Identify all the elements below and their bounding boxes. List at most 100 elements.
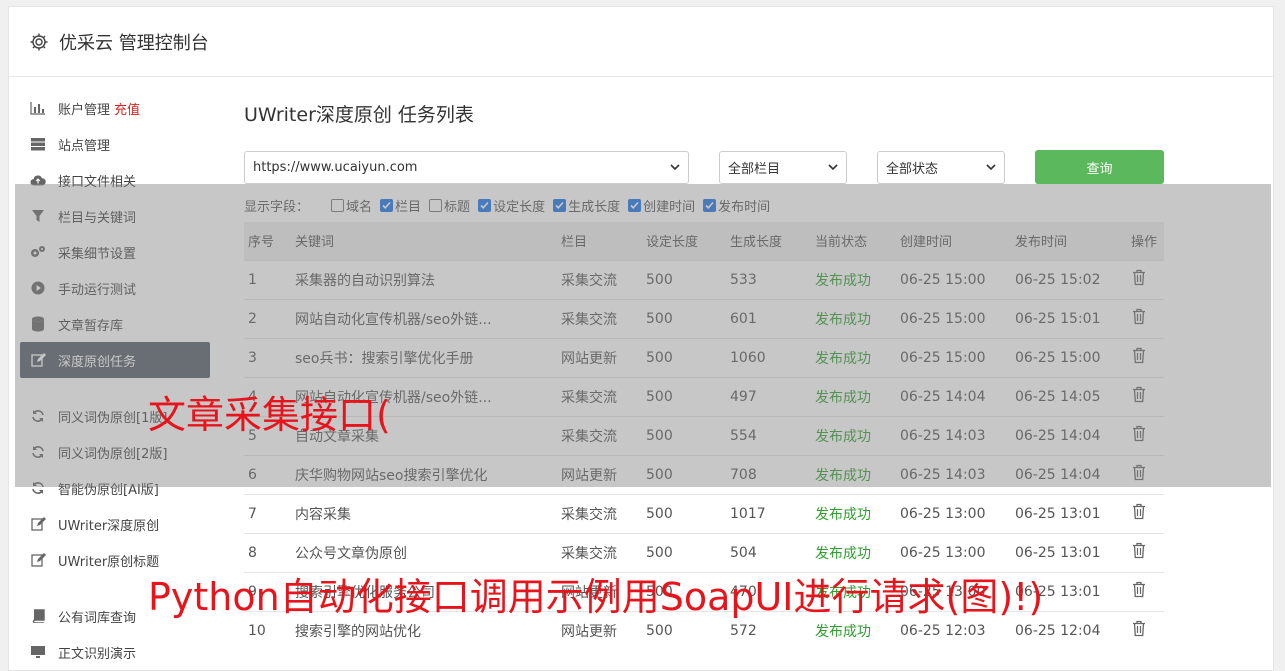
trash-icon[interactable] <box>1131 347 1147 364</box>
trash-icon[interactable] <box>1131 503 1147 520</box>
trash-icon[interactable] <box>1131 620 1147 637</box>
sidebar-item-label: 站点管理 <box>58 138 111 154</box>
edit-icon <box>30 352 46 368</box>
field-checkbox[interactable]: 生成长度 <box>553 196 620 215</box>
field-checkbox[interactable]: 栏目 <box>380 196 421 215</box>
checkbox-empty-icon[interactable] <box>429 198 443 212</box>
row-column: 采集交流 <box>557 415 642 455</box>
checkbox-empty-icon[interactable] <box>331 198 345 212</box>
field-checkbox-label: 创建时间 <box>643 199 696 215</box>
sidebar-item-sites[interactable]: 站点管理 <box>20 126 210 162</box>
sidebar-item-columns-keywords[interactable]: 栏目与关键词 <box>20 198 210 234</box>
trash-icon[interactable] <box>1131 581 1147 598</box>
row-column: 采集交流 <box>557 493 642 533</box>
sidebar-item-manual-test[interactable]: 手动运行测试 <box>20 270 210 306</box>
status-select-value: 全部状态 <box>886 161 939 177</box>
field-checkbox[interactable]: 创建时间 <box>628 196 695 215</box>
refresh-icon <box>30 444 46 460</box>
table-header-row: 序号 关键词 栏目 设定长度 生成长度 当前状态 创建时间 发布时间 操作 <box>244 222 1164 260</box>
field-checkbox-label: 发布时间 <box>718 199 771 215</box>
trash-icon[interactable] <box>1131 464 1147 481</box>
row-set-length: 500 <box>642 337 726 377</box>
field-checkbox[interactable]: 标题 <box>429 196 470 215</box>
sidebar-item-label: 文章暂存库 <box>58 318 124 334</box>
row-actions <box>1127 376 1164 416</box>
table-row: 3 seo兵书：搜索引擎优化手册 网站更新 500 1060 发布成功 06-25 15:0… <box>244 337 1164 377</box>
column-header: 发布时间 <box>1011 222 1127 260</box>
sidebar-item-interface-files[interactable]: 接口文件相关 <box>20 162 210 198</box>
play-icon <box>30 280 46 296</box>
row-set-length: 500 <box>642 415 726 455</box>
trash-icon[interactable] <box>1131 308 1147 325</box>
sidebar-item-label: 公有词库查询 <box>58 610 137 626</box>
trash-icon[interactable] <box>1131 386 1147 403</box>
display-fields: 显示字段： 域名 栏目 标题 设定长度 生成长度 创建时间 发布时间 <box>244 194 1164 216</box>
cloud-upload-icon <box>30 172 46 188</box>
sidebar-item-collect-settings[interactable]: 采集细节设置 <box>20 234 210 270</box>
sidebar-item-label: 深度原创任务 <box>58 354 137 370</box>
sidebar-item-account[interactable]: 账户管理 充值 <box>20 90 210 126</box>
row-index: 7 <box>244 493 291 533</box>
status-select[interactable]: 全部状态 <box>877 150 1005 184</box>
book-icon <box>30 608 46 624</box>
field-checkbox-label: 设定长度 <box>493 199 546 215</box>
row-keyword: 采集器的自动识别算法 <box>291 259 557 299</box>
row-published: 06-25 14:04 <box>1011 415 1127 455</box>
column-select[interactable]: 全部栏目 <box>719 150 847 184</box>
watermark-text-1: 文章采集接口( <box>148 393 391 437</box>
row-gen-length: 554 <box>726 415 811 455</box>
recharge-link[interactable]: 充值 <box>114 99 140 118</box>
row-published: 06-25 14:05 <box>1011 376 1127 416</box>
sidebar-item-label: 同义词伪原创[2版] <box>58 446 168 462</box>
filter-icon <box>30 208 46 224</box>
checkbox-checked-icon[interactable] <box>628 198 642 212</box>
row-gen-length: 708 <box>726 454 811 494</box>
row-column: 采集交流 <box>557 298 642 338</box>
checkbox-checked-icon[interactable] <box>380 198 394 212</box>
checkbox-checked-icon[interactable] <box>478 198 492 212</box>
field-checkbox[interactable]: 发布时间 <box>703 196 770 215</box>
chevron-down-icon <box>670 164 680 171</box>
row-created: 06-25 14:04 <box>896 376 1011 416</box>
field-checkbox[interactable]: 设定长度 <box>478 196 545 215</box>
row-gen-length: 1060 <box>726 337 811 377</box>
sidebar-item-label: 栏目与关键词 <box>58 210 137 226</box>
query-button[interactable]: 查询 <box>1035 150 1164 184</box>
row-gen-length: 1017 <box>726 493 811 533</box>
row-created: 06-25 15:00 <box>896 298 1011 338</box>
sidebar-item-deep-original-tasks[interactable]: 深度原创任务 <box>20 342 210 378</box>
sidebar-item-uwriter-deep[interactable]: UWriter深度原创 <box>20 506 210 542</box>
row-status: 发布成功 <box>811 259 896 299</box>
trash-icon[interactable] <box>1131 425 1147 442</box>
sidebar-item-ai-rewrite[interactable]: 智能伪原创[AI版] <box>20 470 210 506</box>
table-row: 6 庆华购物网站seo搜索引擎优化 网站更新 500 708 发布成功 06-25 14:0… <box>244 454 1164 494</box>
trash-icon[interactable] <box>1131 269 1147 286</box>
row-created: 06-25 15:00 <box>896 337 1011 377</box>
row-status: 发布成功 <box>811 337 896 377</box>
row-published: 06-25 15:01 <box>1011 298 1127 338</box>
trash-icon[interactable] <box>1131 542 1147 559</box>
sidebar-item-synonym-v2[interactable]: 同义词伪原创[2版] <box>20 434 210 470</box>
filter-bar: https://www.ucaiyun.com 全部栏目 全部状态 查询 <box>244 150 1164 184</box>
field-checkbox-label: 生成长度 <box>568 199 621 215</box>
row-set-length: 500 <box>642 298 726 338</box>
display-fields-list: 域名 栏目 标题 设定长度 生成长度 创建时间 发布时间 <box>331 196 778 215</box>
column-header: 生成长度 <box>726 222 811 260</box>
row-actions <box>1127 571 1164 611</box>
row-index: 3 <box>244 337 291 377</box>
row-keyword: seo兵书：搜索引擎优化手册 <box>291 337 557 377</box>
field-checkbox[interactable]: 域名 <box>331 196 372 215</box>
refresh-icon <box>30 480 46 496</box>
sidebar-item-article-storage[interactable]: 文章暂存库 <box>20 306 210 342</box>
site-select[interactable]: https://www.ucaiyun.com <box>244 150 689 184</box>
sidebar-item-text-recognition[interactable]: 正文识别演示 <box>20 634 210 670</box>
row-column: 采集交流 <box>557 376 642 416</box>
row-status: 发布成功 <box>811 493 896 533</box>
row-gen-length: 533 <box>726 259 811 299</box>
checkbox-checked-icon[interactable] <box>553 198 567 212</box>
refresh-icon <box>30 408 46 424</box>
row-actions <box>1127 259 1164 299</box>
row-status: 发布成功 <box>811 454 896 494</box>
sidebar-item-label: UWriter深度原创 <box>58 518 160 534</box>
checkbox-checked-icon[interactable] <box>703 198 717 212</box>
